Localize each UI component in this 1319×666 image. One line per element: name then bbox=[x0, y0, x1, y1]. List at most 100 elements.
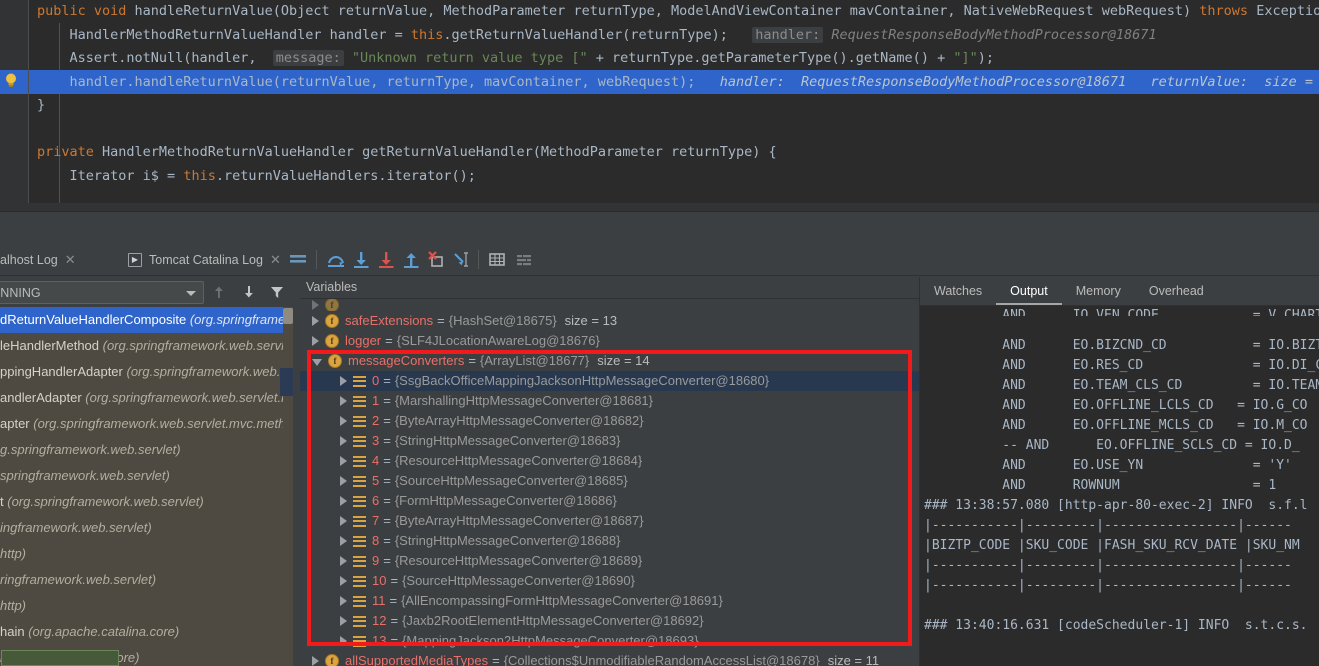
output-tabs[interactable]: Watches Output Memory Overhead bbox=[920, 277, 1319, 305]
call-stack-row[interactable]: g.springframework.web.servlet) bbox=[0, 437, 300, 463]
equals-sign: = bbox=[383, 393, 391, 408]
variable-row[interactable]: 2 = {ByteArrayHttpMessageConverter@18682} bbox=[300, 411, 920, 431]
call-stack-row[interactable]: hain (org.apache.catalina.core) bbox=[0, 619, 300, 645]
step-into-icon[interactable] bbox=[350, 249, 372, 270]
run-to-cursor-icon[interactable] bbox=[450, 249, 472, 270]
frames-scrollbar-track[interactable] bbox=[283, 307, 293, 666]
equals-sign: = bbox=[383, 453, 391, 468]
chevron-down-icon[interactable] bbox=[312, 359, 322, 366]
variable-value: {SsgBackOfficeMappingJacksonHttpMessageC… bbox=[394, 373, 770, 388]
equals-sign: = bbox=[390, 573, 399, 588]
output-tab-output[interactable]: Output bbox=[996, 277, 1062, 305]
chevron-right-icon[interactable] bbox=[312, 656, 319, 666]
chevron-right-icon[interactable] bbox=[340, 456, 347, 466]
output-tab-memory[interactable]: Memory bbox=[1062, 277, 1135, 305]
call-stack-list[interactable]: dReturnValueHandlerComposite (org.spring… bbox=[0, 307, 300, 666]
variables-panel[interactable]: Variables f f safeExtensions = {HashSet@1867… bbox=[300, 277, 920, 666]
variable-row[interactable]: 5 = {SourceHttpMessageConverter@18685} bbox=[300, 471, 920, 491]
filter-icon[interactable] bbox=[268, 283, 286, 306]
chevron-right-icon[interactable] bbox=[340, 436, 347, 446]
drop-frame-icon[interactable] bbox=[425, 249, 447, 270]
chevron-right-icon[interactable] bbox=[340, 556, 347, 566]
call-stack-row[interactable]: ingframework.web.servlet) bbox=[0, 515, 300, 541]
frame-method: dReturnValueHandlerComposite bbox=[0, 312, 190, 327]
chevron-right-icon[interactable] bbox=[340, 376, 347, 386]
equals-sign: = bbox=[383, 473, 391, 488]
chevron-right-icon[interactable] bbox=[340, 576, 347, 586]
editor-hscrollbar-track[interactable] bbox=[0, 203, 1319, 211]
call-stack-row[interactable]: http) bbox=[0, 593, 300, 619]
console-output[interactable]: AND IO.VEN_CODE = V.CHART AND EO.BIZCND_… bbox=[920, 306, 1319, 666]
variable-row[interactable]: 12 = {Jaxb2RootElementHttpMessageConverter… bbox=[300, 611, 920, 631]
call-stack-row[interactable]: leHandlerMethod (org.springframework.web… bbox=[0, 333, 300, 359]
output-tab-overhead[interactable]: Overhead bbox=[1135, 277, 1218, 305]
chevron-right-icon[interactable] bbox=[312, 336, 319, 346]
equals-sign: = bbox=[389, 593, 398, 608]
chevron-right-icon[interactable] bbox=[340, 536, 347, 546]
settings-list-icon[interactable] bbox=[513, 249, 535, 270]
variable-row[interactable]: 0 = {SsgBackOfficeMappingJacksonHttpMessag… bbox=[300, 371, 920, 391]
call-stack-row[interactable]: ppingHandlerAdapter (org.springframework… bbox=[0, 359, 300, 385]
variable-row[interactable]: f bbox=[300, 299, 920, 311]
frames-scrollbar-thumb[interactable] bbox=[283, 308, 293, 324]
editor-gutter[interactable] bbox=[0, 0, 28, 211]
call-stack-row[interactable]: t (org.springframework.web.servlet) bbox=[0, 489, 300, 515]
variable-row[interactable]: f safeExtensions = {HashSet@18675} size = 13 bbox=[300, 311, 920, 331]
call-stack-row[interactable]: andlerAdapter (org.springframework.web.s… bbox=[0, 385, 300, 411]
close-icon[interactable]: ✕ bbox=[270, 252, 281, 268]
console-line: AND IO.VEN_CODE = V.CHART bbox=[924, 308, 1319, 316]
frames-up-icon[interactable] bbox=[210, 283, 228, 306]
thread-selector[interactable]: oup "main": RUNNING bbox=[0, 281, 204, 304]
code-editor[interactable]: public void handleReturnValue(Object ret… bbox=[0, 0, 1319, 211]
code-line: Iterator i$ = this.returnValueHandlers.i… bbox=[37, 167, 476, 184]
variable-row[interactable]: 13 = {MappingJackson2HttpMessageConverter@… bbox=[300, 631, 920, 651]
variable-name: messageConverters bbox=[348, 353, 465, 368]
call-stack-row[interactable]: apter (org.springframework.web.servlet.m… bbox=[0, 411, 300, 437]
variable-row[interactable]: 3 = {StringHttpMessageConverter@18683} bbox=[300, 431, 920, 451]
chevron-right-icon[interactable] bbox=[340, 496, 347, 506]
variable-row[interactable]: f allSupportedMediaTypes = {Collections$Unm… bbox=[300, 651, 920, 666]
variable-row[interactable]: f messageConverters = {ArrayList@18677} size… bbox=[300, 351, 920, 371]
step-out-icon[interactable] bbox=[400, 249, 422, 270]
chevron-right-icon[interactable] bbox=[340, 636, 347, 646]
variable-row[interactable]: 7 = {ByteArrayHttpMessageConverter@18687} bbox=[300, 511, 920, 531]
variable-row[interactable]: 11 = {AllEncompassingFormHttpMessageConver… bbox=[300, 591, 920, 611]
variable-row[interactable]: 9 = {ResourceHttpMessageConverter@18689} bbox=[300, 551, 920, 571]
variable-row[interactable]: 6 = {FormHttpMessageConverter@18686} bbox=[300, 491, 920, 511]
output-tab-watches[interactable]: Watches bbox=[920, 277, 996, 305]
tab-tomcat-catalina-log[interactable]: ▶ Tomcat Catalina Log ✕ bbox=[122, 243, 287, 276]
chevron-right-icon[interactable] bbox=[340, 416, 347, 426]
tab-tomcat-localhost-log[interactable]: at Localhost Log ✕ bbox=[0, 243, 82, 276]
chevron-right-icon[interactable] bbox=[312, 300, 319, 310]
variable-row[interactable]: 1 = {MarshallingHttpMessageConverter@18681… bbox=[300, 391, 920, 411]
chevron-right-icon[interactable] bbox=[340, 516, 347, 526]
close-icon[interactable]: ✕ bbox=[65, 252, 76, 268]
variable-value: {MarshallingHttpMessageConverter@18681} bbox=[394, 393, 653, 408]
variables-tree[interactable]: f f safeExtensions = {HashSet@18675} size = 1… bbox=[300, 299, 920, 666]
call-stack-row[interactable]: ringframework.web.servlet) bbox=[0, 567, 300, 593]
variable-value: {AllEncompassingFormHttpMessageConverter… bbox=[401, 593, 723, 608]
step-over-icon[interactable] bbox=[325, 249, 347, 270]
frames-panel[interactable]: oup "main": RUNNING dRet bbox=[0, 277, 300, 666]
frame-package: ringframework.web.servlet) bbox=[0, 572, 157, 587]
variable-row[interactable]: 8 = {StringHttpMessageConverter@18688} bbox=[300, 531, 920, 551]
call-stack-row[interactable]: dReturnValueHandlerComposite (org.spring… bbox=[0, 307, 300, 333]
ide-debugger-window: public void handleReturnValue(Object ret… bbox=[0, 0, 1319, 666]
force-step-into-icon[interactable] bbox=[375, 249, 397, 270]
frames-down-icon[interactable] bbox=[240, 283, 258, 306]
chevron-right-icon[interactable] bbox=[312, 316, 319, 326]
chevron-right-icon[interactable] bbox=[340, 616, 347, 626]
evaluate-expression-icon[interactable] bbox=[486, 249, 508, 270]
call-stack-row[interactable]: http) bbox=[0, 541, 300, 567]
chevron-right-icon[interactable] bbox=[340, 396, 347, 406]
call-stack-row[interactable]: springframework.web.servlet) bbox=[0, 463, 300, 489]
soft-wrap-icon[interactable] bbox=[287, 249, 309, 270]
variable-row[interactable]: 4 = {ResourceHttpMessageConverter@18684} bbox=[300, 451, 920, 471]
chevron-right-icon[interactable] bbox=[340, 476, 347, 486]
output-panel[interactable]: Watches Output Memory Overhead AND IO.VEN_C… bbox=[920, 277, 1319, 666]
lightbulb-icon[interactable] bbox=[2, 71, 20, 89]
variable-row[interactable]: f logger = {SLF4JLocationAwareLog@18676} bbox=[300, 331, 920, 351]
variable-row[interactable]: 10 = {SourceHttpMessageConverter@18690} bbox=[300, 571, 920, 591]
chevron-right-icon[interactable] bbox=[340, 596, 347, 606]
